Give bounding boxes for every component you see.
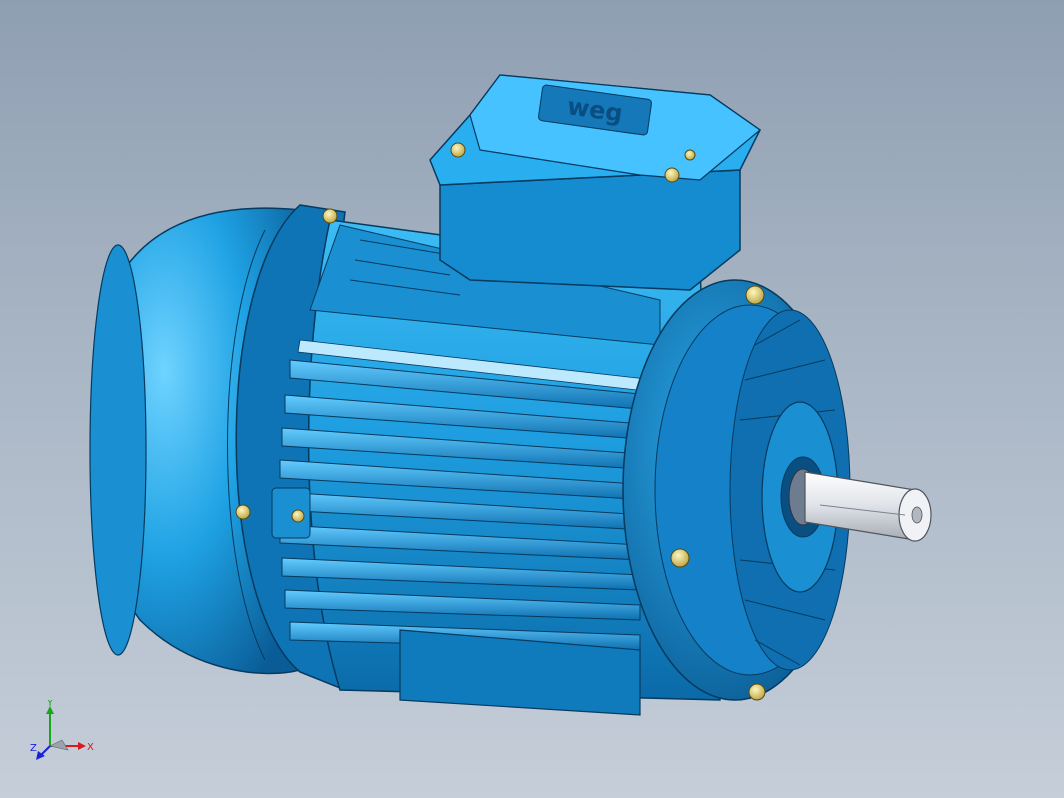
terminal-box: weg xyxy=(429,74,761,291)
triad-origin xyxy=(49,739,69,751)
motor-model[interactable]: weg xyxy=(0,0,1064,798)
y-axis-label: Y xyxy=(46,700,54,709)
box-screw xyxy=(450,142,466,158)
3d-viewport[interactable]: weg Y X Z xyxy=(0,0,1064,798)
box-screw xyxy=(684,149,696,161)
z-axis-label: Z xyxy=(30,743,37,754)
coordinate-triad[interactable]: Y X Z xyxy=(28,700,98,770)
x-axis-label: X xyxy=(87,742,94,753)
x-axis-arrow xyxy=(78,742,86,750)
box-screw xyxy=(664,167,680,183)
